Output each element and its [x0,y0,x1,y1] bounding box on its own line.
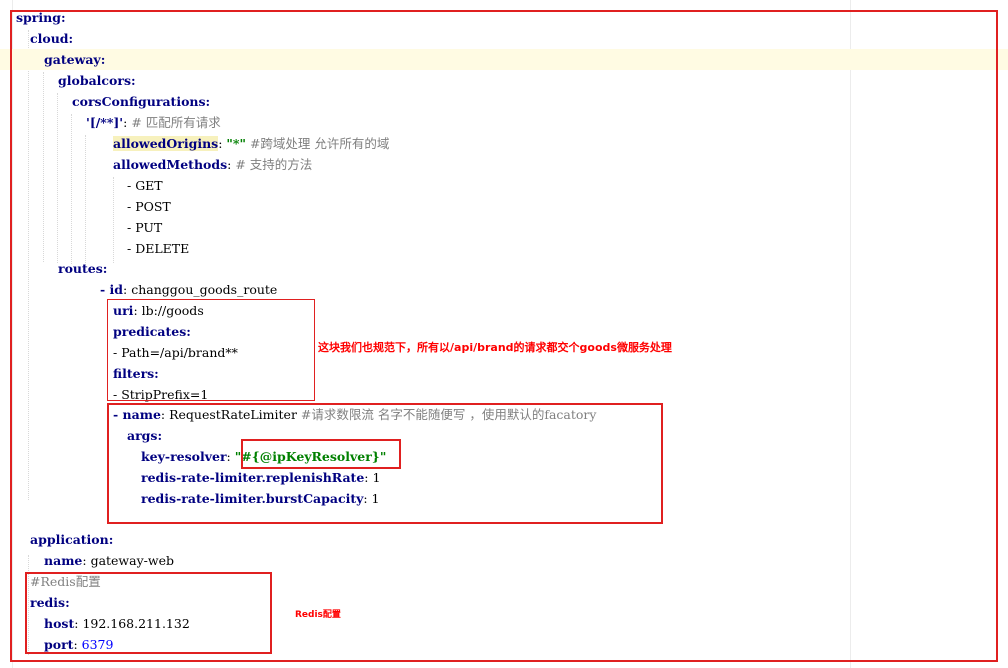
key-resolver-annotation-box [241,439,401,469]
redis-annotation-text: Redis配置 [295,610,341,620]
redis-annotation-box [25,572,272,654]
yaml-editor[interactable]: spring: cloud: gateway: globalcors: cors… [0,0,1008,668]
route-annotation-box [107,299,315,401]
route-annotation-text: 这块我们也规范下，所有以/api/brand的请求都交个goods微服务处理 [318,341,672,354]
